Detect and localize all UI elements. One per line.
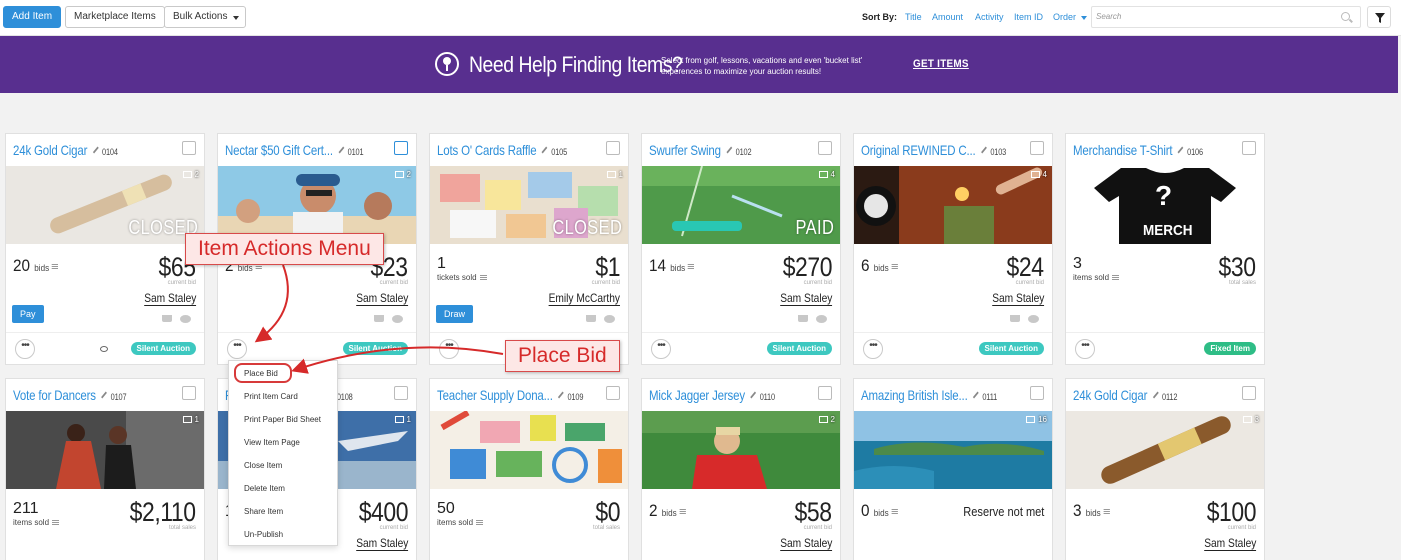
app-root: Add Item Marketplace Items Bulk Actions … [0, 0, 1401, 560]
annotation-arrows [254, 264, 504, 374]
place-bid-annotation: Place Bid [505, 340, 620, 372]
item-actions-menu-annotation: Item Actions Menu [185, 233, 384, 265]
